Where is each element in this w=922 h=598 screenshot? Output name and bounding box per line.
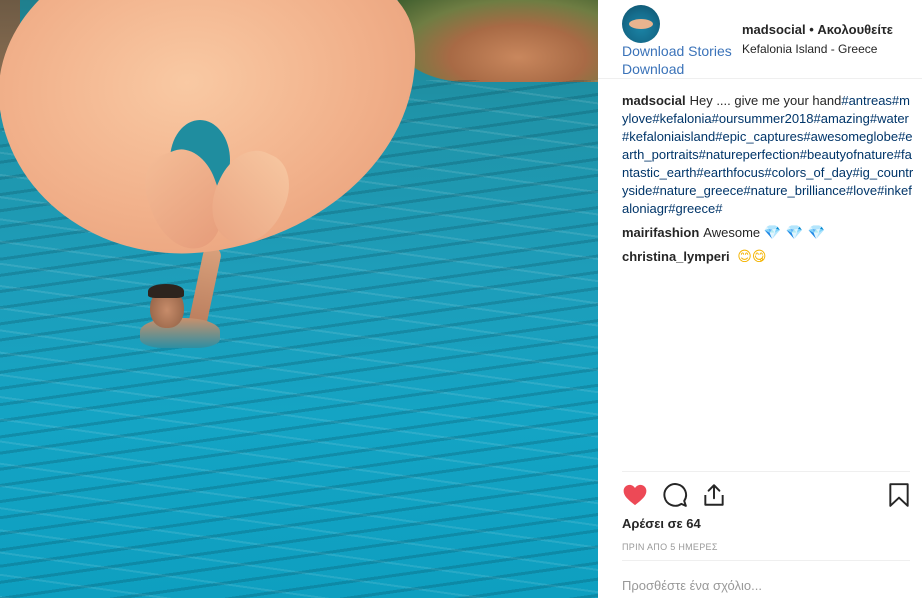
caption: madsocial Hey .... give me your hand#antr… bbox=[622, 92, 914, 218]
header-separator: • bbox=[809, 22, 814, 37]
comment-item: mairifashion Awesome 💎 💎 💎 bbox=[622, 224, 914, 242]
likes-count[interactable]: Αρέσει σε 64 bbox=[622, 516, 701, 531]
photo-cliff bbox=[398, 0, 598, 82]
post-photo[interactable] bbox=[0, 0, 598, 598]
location-link[interactable]: Kefalonia Island - Greece bbox=[742, 42, 877, 56]
header-user-line: madsocial • Ακολουθείτε bbox=[742, 22, 893, 37]
smile-emoji: 😊😋 bbox=[737, 249, 767, 265]
bookmark-icon[interactable] bbox=[888, 482, 910, 508]
post-timestamp[interactable]: ΠΡΙΝ ΑΠΟ 5 ΗΜΕΡΕΣ bbox=[622, 542, 718, 552]
comment-username[interactable]: mairifashion bbox=[622, 225, 699, 240]
header-username[interactable]: madsocial bbox=[742, 22, 806, 37]
actions-divider bbox=[622, 471, 910, 472]
post-header: Download Stories Download madsocial • Ακ… bbox=[598, 0, 922, 79]
comment-text: Awesome bbox=[703, 225, 761, 240]
comments-section: madsocial Hey .... give me your hand#antr… bbox=[622, 92, 914, 266]
download-stories-link[interactable]: Download Stories bbox=[622, 43, 732, 59]
follow-status[interactable]: Ακολουθείτε bbox=[817, 22, 893, 37]
gem-emoji: 💎 💎 💎 bbox=[763, 225, 825, 241]
comment-item: christina_lymperi 😊😋 bbox=[622, 248, 914, 266]
photo-swimmer-hair bbox=[148, 284, 184, 298]
caption-text: Hey .... give me your hand bbox=[689, 93, 842, 108]
download-link[interactable]: Download bbox=[622, 61, 684, 77]
caption-hashtags[interactable]: #antreas#mylove#kefalonia#oursummer2018#… bbox=[622, 93, 913, 216]
photo-swimmer-body bbox=[140, 318, 220, 348]
add-comment-input[interactable]: Προσθέστε ένα σχόλιο... bbox=[622, 578, 762, 593]
caption-username[interactable]: madsocial bbox=[622, 93, 686, 108]
share-icon[interactable] bbox=[701, 482, 727, 508]
heart-icon[interactable] bbox=[622, 482, 648, 508]
avatar[interactable] bbox=[622, 5, 660, 43]
comment-icon[interactable] bbox=[662, 482, 688, 508]
comment-username[interactable]: christina_lymperi bbox=[622, 249, 730, 264]
comment-divider bbox=[622, 560, 910, 561]
